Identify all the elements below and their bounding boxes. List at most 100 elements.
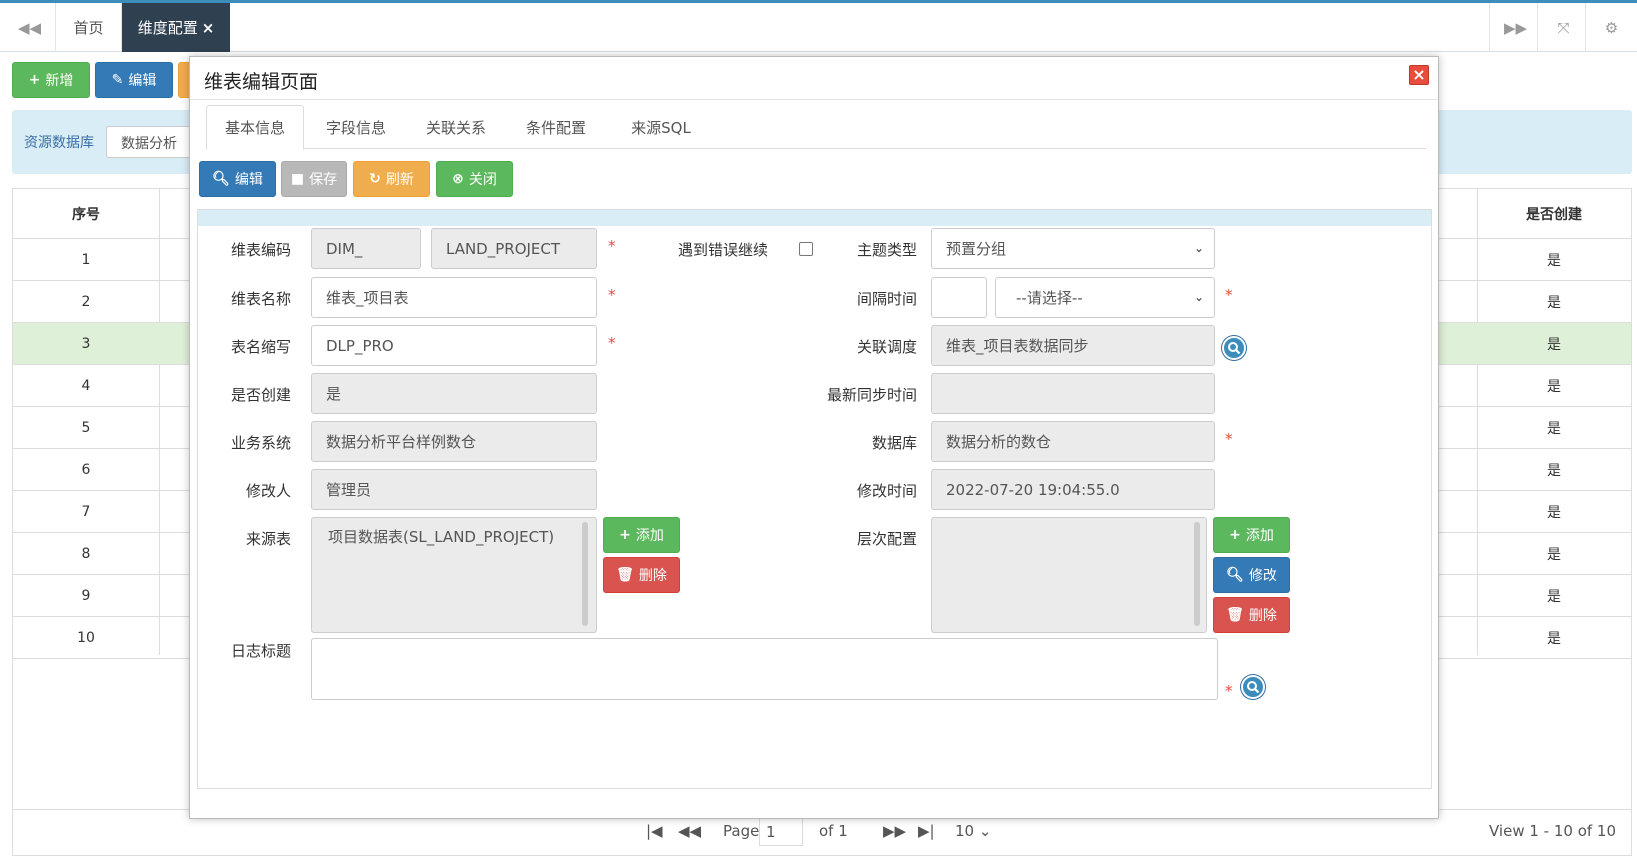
basic-info-panel: 维表编码 DIM_ LAND_PROJECT * 遇到错误继续 主题类型 预置分… [197,209,1432,789]
source-delete-label: 删除 [638,568,667,584]
required-mark: * [1225,682,1233,700]
double-left-icon[interactable]: ◀◀ [4,3,56,52]
level-delete-button[interactable]: 🗑︎ 删除 [1213,597,1290,633]
modal-close-button[interactable]: ⊗ 关闭 [436,161,513,197]
interval-label: 间隔时间 [856,290,917,308]
edit-icon: ✎ [111,72,124,88]
row-created: 是 [1547,631,1561,647]
prev-page-icon[interactable]: ◀◀ [678,822,701,840]
row-created: 是 [1547,421,1561,437]
modal-title: 维表编辑页面 [204,71,319,93]
name-label: 维表名称 [230,290,291,308]
source-table-list[interactable]: 项目数据表(SL_LAND_PROJECT) [311,517,597,633]
subject-type-select[interactable]: 预置分组 ⌄ [931,228,1215,269]
view-info: View 1 - 10 of 10 [1489,822,1617,840]
search-icon: 🔍︎ [212,171,230,187]
row-created: 是 [1547,463,1561,479]
row-number: 3 [81,336,91,352]
plus-icon: + [1229,527,1241,543]
interval-unit-value: --请选择-- [1016,289,1083,307]
next-page-icon[interactable]: ▶▶ [883,822,906,840]
modal-close-label: 关闭 [468,172,497,188]
interval-unit-select[interactable]: --请选择-- ⌄ [995,277,1215,318]
source-delete-button[interactable]: 🗑︎ 删除 [603,557,680,593]
tab-relations[interactable]: 关联关系 [406,105,506,149]
abbr-label: 表名缩写 [230,338,291,356]
trash-icon: 🗑︎ [1226,607,1244,623]
page-input[interactable]: 1 [759,818,803,846]
page-size-select[interactable]: 10 ⌄ [955,822,991,840]
source-add-button[interactable]: + 添加 [603,517,680,553]
modal-edit-button[interactable]: 🔍︎ 编辑 [199,161,276,197]
panel-header-band [198,210,1431,226]
modifier-field: 管理员 [311,469,597,510]
chevron-down-icon: ⌄ [1193,241,1204,255]
continue-on-error-checkbox[interactable] [799,242,813,256]
created-label: 是否创建 [230,386,291,404]
tab-field-info[interactable]: 字段信息 [306,105,406,149]
row-created: 是 [1547,379,1561,395]
page-label: Page [723,822,760,840]
required-mark: * [1225,430,1233,448]
log-title-textarea[interactable] [311,638,1218,700]
biz-system-field: 数据分析平台样例数仓 [311,421,597,462]
tab-basic-info[interactable]: 基本信息 [206,105,304,150]
save-icon: ■ [290,171,305,187]
name-field[interactable]: 维表_项目表 [311,277,597,318]
modal-save-button[interactable]: ■ 保存 [281,161,347,197]
tab-dimension-config[interactable]: 维度配置 × [122,3,230,52]
level-config-list[interactable] [931,517,1207,633]
database-label: 数据库 [871,434,917,452]
level-delete-label: 删除 [1248,608,1277,624]
required-mark: * [608,286,616,304]
column-header-no[interactable]: 序号 [13,189,159,239]
tab-source-sql[interactable]: 来源SQL [606,105,716,149]
list-item[interactable]: 项目数据表(SL_LAND_PROJECT) [328,526,580,547]
modal-refresh-label: 刷新 [385,172,414,188]
abbr-field[interactable]: DLP_PRO [311,325,597,366]
scrollbar[interactable] [1194,522,1200,626]
chevron-down-icon: ⌄ [1193,290,1204,304]
search-icon: 🔍︎ [1226,567,1244,583]
edit-button-label: 编辑 [128,73,157,89]
add-button[interactable]: + 新增 [12,62,90,98]
last-page-icon[interactable]: ▶| [918,822,935,840]
fullscreen-icon[interactable]: ⤧ [1537,3,1589,52]
subject-type-label: 主题类型 [856,241,917,259]
tab-home[interactable]: 首页 [56,3,122,52]
log-title-label: 日志标题 [230,642,291,660]
level-add-button[interactable]: + 添加 [1213,517,1290,553]
row-number: 4 [81,378,91,394]
plus-icon: + [28,72,41,88]
created-field: 是 [311,373,597,414]
code-prefix-field: DIM_ [311,228,421,269]
modified-time-field: 2022-07-20 19:04:55.0 [931,469,1215,510]
row-number: 5 [81,420,91,436]
close-icon[interactable]: × [202,19,215,37]
gear-icon[interactable]: ⚙ [1585,3,1637,52]
scrollbar[interactable] [582,522,588,626]
column-header-created[interactable]: 是否创建 [1477,189,1631,239]
row-number: 7 [81,504,91,520]
row-created: 是 [1547,253,1561,269]
row-number: 9 [81,588,91,604]
search-icon[interactable] [1241,675,1265,699]
double-right-icon[interactable]: ▶▶ [1489,3,1541,52]
schedule-label: 关联调度 [856,338,917,356]
modal-refresh-button[interactable]: ↻ 刷新 [353,161,430,197]
level-modify-label: 修改 [1248,568,1277,584]
modifier-label: 修改人 [245,482,291,500]
tab-dimension-config-label: 维度配置 [137,19,198,37]
interval-input[interactable] [931,277,987,318]
row-number: 6 [81,462,91,478]
close-icon[interactable]: × [1409,65,1429,85]
edit-button[interactable]: ✎ 编辑 [95,62,173,98]
first-page-icon[interactable]: |◀ [646,822,663,840]
level-config-label: 层次配置 [856,530,917,548]
code-field[interactable]: LAND_PROJECT [431,228,597,269]
search-icon[interactable] [1222,336,1246,360]
level-modify-button[interactable]: 🔍︎ 修改 [1213,557,1290,593]
page-size-value: 10 [955,822,975,840]
tab-conditions[interactable]: 条件配置 [506,105,606,149]
chevron-down-icon: ⌄ [978,822,992,840]
